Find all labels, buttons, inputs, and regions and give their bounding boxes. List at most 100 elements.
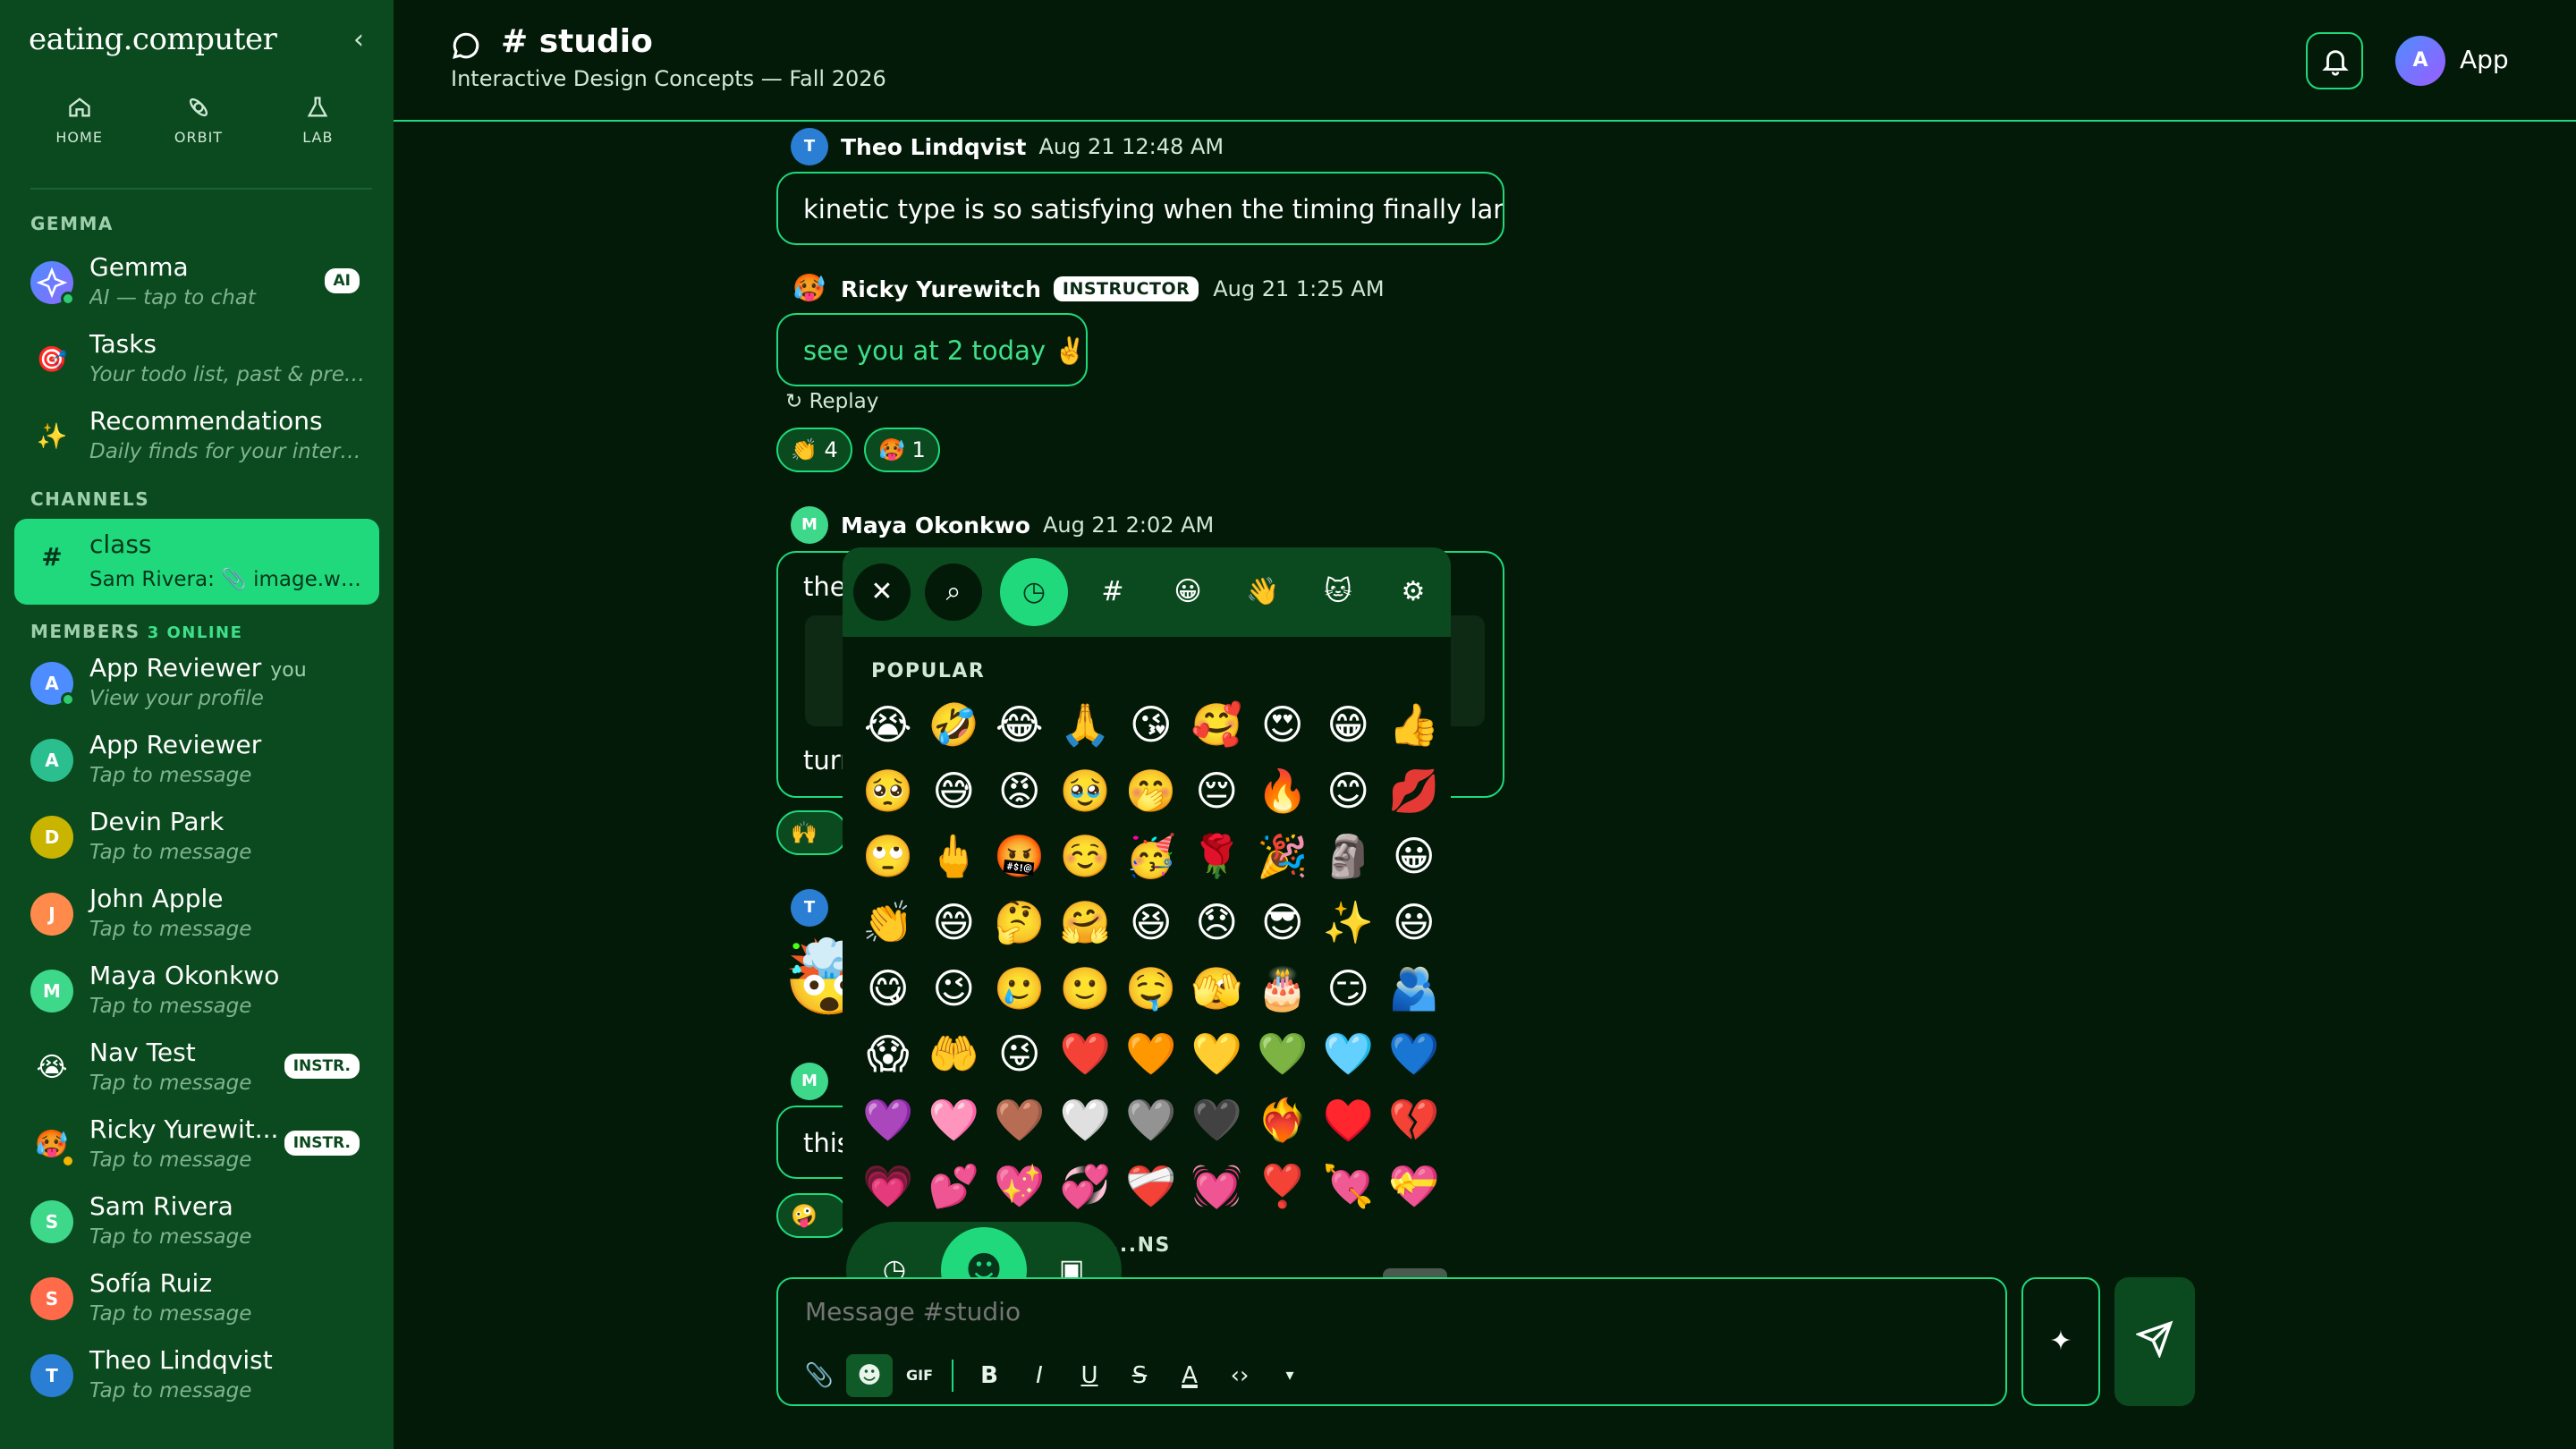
emoji-option[interactable]: 🤲: [921, 1021, 987, 1088]
emoji-option[interactable]: 💙: [1381, 1021, 1447, 1088]
member-item[interactable]: A App Reviewer you View your profile: [14, 644, 379, 719]
emoji-option[interactable]: 💝: [1381, 1154, 1447, 1220]
avatar[interactable]: 🥵: [791, 270, 828, 308]
message-bubble[interactable]: see you at 2 today ✌️: [776, 313, 1088, 386]
emoji-option[interactable]: 🔥: [1250, 758, 1316, 825]
emoji-option[interactable]: ❣️: [1250, 1154, 1316, 1220]
emoji-option[interactable]: 💓: [1184, 1154, 1250, 1220]
emoji-option[interactable]: 🥹: [1053, 758, 1119, 825]
emoji-option[interactable]: ☺️: [1053, 824, 1119, 890]
emoji-option[interactable]: 🤬: [987, 824, 1053, 890]
emoji-option[interactable]: 🥺: [855, 758, 921, 825]
emoji-option[interactable]: 💛: [1184, 1021, 1250, 1088]
channel-item-class[interactable]: # class Sam Rivera: 📎 image.webp: [14, 519, 379, 605]
emoji-option[interactable]: 😂: [987, 692, 1053, 758]
more-formatting-button[interactable]: ▾: [1267, 1354, 1313, 1397]
avatar[interactable]: T: [791, 889, 828, 927]
emoji-option[interactable]: 🤍: [1053, 1088, 1119, 1154]
emoji-option[interactable]: 👍: [1381, 692, 1447, 758]
sidebar-item-tasks[interactable]: 🎯 Tasks Your todo list, past & present: [14, 320, 379, 395]
user-name[interactable]: App: [2460, 45, 2509, 74]
member-item[interactable]: 🥵 Ricky Yurewit... Tap to message INSTR.: [14, 1106, 379, 1181]
user-avatar[interactable]: A: [2395, 36, 2445, 86]
tab-symbols[interactable]: #: [1084, 564, 1141, 621]
emoji-option[interactable]: 🤤: [1118, 956, 1184, 1022]
emoji-option[interactable]: 🫣: [1184, 956, 1250, 1022]
tab-smileys[interactable]: 😀: [1159, 564, 1216, 621]
emoji-option[interactable]: 🥰: [1184, 692, 1250, 758]
search-emoji-button[interactable]: ⌕: [925, 564, 982, 621]
tab-recent[interactable]: ◷: [1000, 558, 1068, 626]
emoji-option[interactable]: 😎: [1250, 890, 1316, 956]
reaction-chip[interactable]: 🥵 1: [864, 428, 940, 472]
emoji-option[interactable]: 🎉: [1250, 824, 1316, 890]
message-author[interactable]: Theo Lindqvist: [841, 134, 1026, 160]
strikethrough-button[interactable]: S: [1116, 1354, 1163, 1397]
emoji-option[interactable]: 💖: [987, 1154, 1053, 1220]
avatar[interactable]: M: [791, 506, 828, 544]
gif-button[interactable]: GIF: [896, 1354, 943, 1397]
notifications-button[interactable]: [2306, 32, 2363, 89]
emoji-option[interactable]: 😁: [1316, 692, 1382, 758]
emoji-option[interactable]: 😔: [1184, 758, 1250, 825]
member-item[interactable]: M Maya Okonkwo Tap to message: [14, 952, 379, 1027]
code-button[interactable]: ‹›: [1216, 1354, 1263, 1397]
emoji-option[interactable]: ✨: [1316, 890, 1382, 956]
emoji-option[interactable]: 🖕: [921, 824, 987, 890]
emoji-option[interactable]: 😏: [1316, 956, 1382, 1022]
emoji-option[interactable]: 🙂: [1053, 956, 1119, 1022]
collapse-sidebar-icon[interactable]: ‹: [345, 27, 372, 54]
settings-icon[interactable]: ⚙: [1385, 564, 1442, 621]
bold-button[interactable]: B: [966, 1354, 1013, 1397]
nav-orbit[interactable]: ORBIT: [139, 89, 258, 161]
emoji-option[interactable]: 😉: [921, 956, 987, 1022]
emoji-option[interactable]: ♥️: [1316, 1088, 1382, 1154]
emoji-option[interactable]: 🤭: [1118, 758, 1184, 825]
italic-button[interactable]: I: [1016, 1354, 1063, 1397]
member-item[interactable]: A App Reviewer Tap to message: [14, 721, 379, 796]
emoji-option[interactable]: ❤️‍🔥: [1250, 1088, 1316, 1154]
emoji-option[interactable]: 💕: [921, 1154, 987, 1220]
emoji-option[interactable]: 💘: [1316, 1154, 1382, 1220]
emoji-option[interactable]: 🗿: [1316, 824, 1382, 890]
emoji-option[interactable]: 🙏: [1053, 692, 1119, 758]
member-item[interactable]: J John Apple Tap to message: [14, 875, 379, 950]
emoji-option[interactable]: 💔: [1381, 1088, 1447, 1154]
text-color-button[interactable]: A: [1166, 1354, 1213, 1397]
emoji-option[interactable]: 💚: [1250, 1021, 1316, 1088]
replay-link[interactable]: ↻ Replay: [785, 390, 878, 413]
emoji-option[interactable]: 🫂: [1381, 956, 1447, 1022]
emoji-option[interactable]: 💞: [1053, 1154, 1119, 1220]
emoji-option[interactable]: ❤️: [1053, 1021, 1119, 1088]
emoji-option[interactable]: 😀: [1381, 824, 1447, 890]
close-picker-button[interactable]: ✕: [853, 564, 911, 621]
emoji-option[interactable]: 💋: [1381, 758, 1447, 825]
avatar[interactable]: M: [791, 1063, 828, 1100]
emoji-option[interactable]: 🩵: [1316, 1021, 1382, 1088]
message-input[interactable]: [805, 1297, 1699, 1326]
reaction-chip[interactable]: 👏 4: [776, 428, 852, 472]
emoji-option[interactable]: 🖤: [1184, 1088, 1250, 1154]
emoji-option[interactable]: 🌹: [1184, 824, 1250, 890]
emoji-option[interactable]: 🤣: [921, 692, 987, 758]
emoji-option[interactable]: 😃: [1381, 890, 1447, 956]
emoji-option[interactable]: 🩶: [1118, 1088, 1184, 1154]
emoji-option[interactable]: 😭: [855, 692, 921, 758]
emoji-option[interactable]: 😊: [1316, 758, 1382, 825]
underline-button[interactable]: U: [1066, 1354, 1113, 1397]
emoji-option[interactable]: 😅: [921, 758, 987, 825]
reaction-chip[interactable]: 🤪 2: [776, 1193, 848, 1238]
emoji-option[interactable]: 💜: [855, 1088, 921, 1154]
send-button[interactable]: [2114, 1277, 2195, 1406]
avatar[interactable]: T: [791, 128, 828, 165]
emoji-option[interactable]: 🤎: [987, 1088, 1053, 1154]
emoji-option[interactable]: 💗: [855, 1154, 921, 1220]
emoji-option[interactable]: 🧡: [1118, 1021, 1184, 1088]
emoji-option[interactable]: 🙄: [855, 824, 921, 890]
reaction-chip[interactable]: 🙌 1: [776, 810, 848, 855]
member-item[interactable]: T Theo Lindqvist Tap to message: [14, 1336, 379, 1411]
tab-animals[interactable]: 🐱: [1309, 564, 1367, 621]
emoji-option[interactable]: 🤔: [987, 890, 1053, 956]
emoji-option[interactable]: 😆: [1118, 890, 1184, 956]
attach-icon[interactable]: 📎: [796, 1354, 843, 1397]
